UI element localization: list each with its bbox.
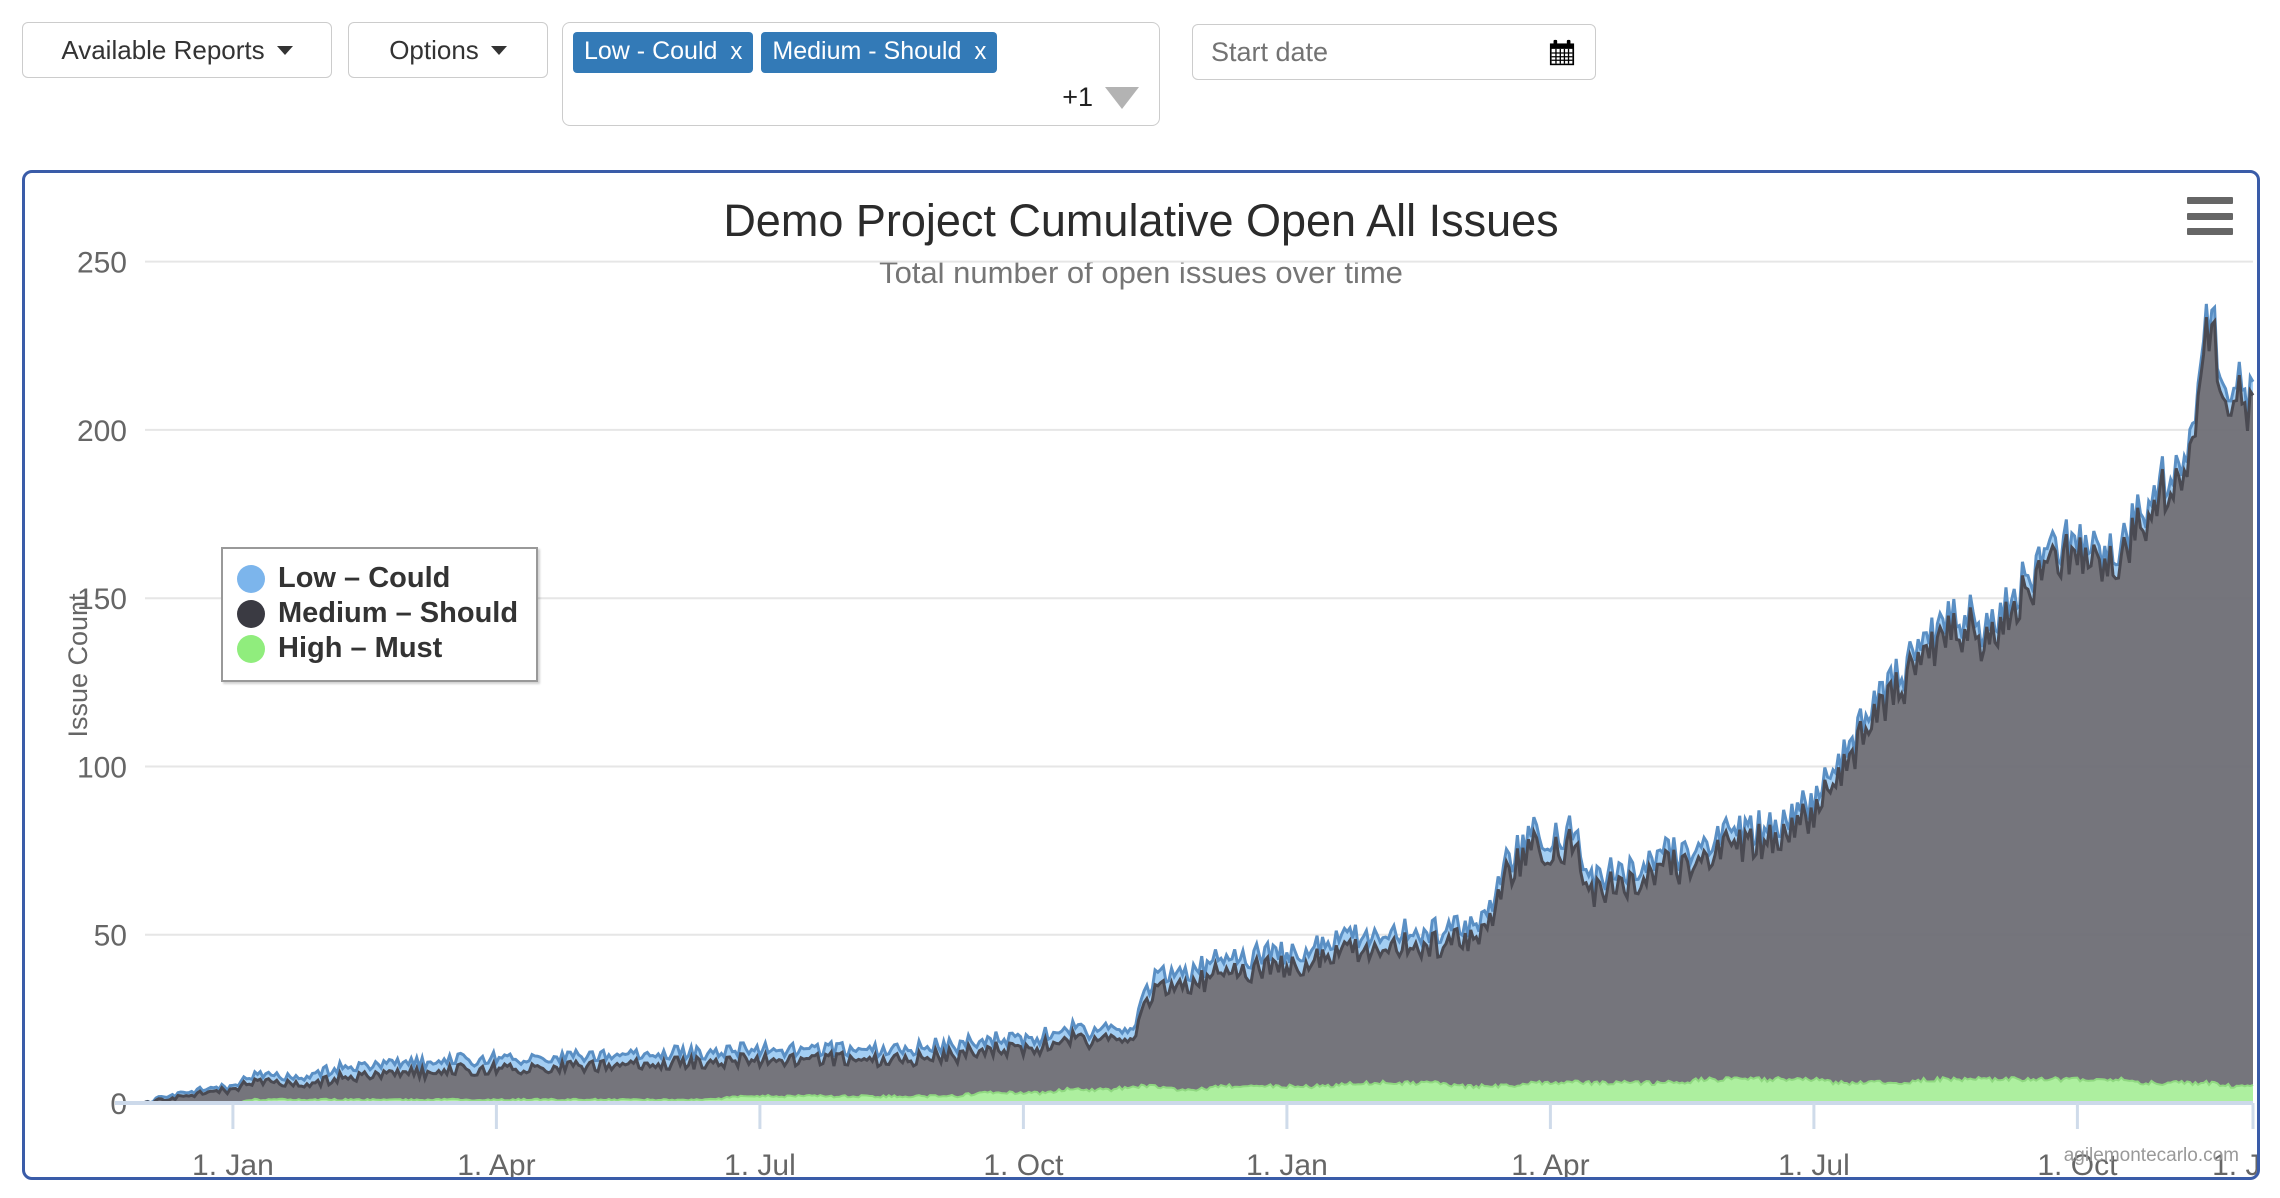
- legend-color-swatch: [237, 599, 265, 628]
- calendar-icon[interactable]: [1547, 38, 1577, 67]
- legend-item-high-must[interactable]: High – Must: [237, 631, 518, 666]
- legend-color-swatch: [237, 634, 265, 663]
- y-axis-tick: 100: [77, 751, 127, 784]
- start-date-field[interactable]: Start date: [1192, 24, 1596, 80]
- remove-tag-icon[interactable]: x: [730, 38, 742, 66]
- chart-credit[interactable]: agilemontecarlo.com: [2064, 1145, 2239, 1167]
- chart-legend: Low – Could Medium – Should High – Must: [221, 547, 539, 682]
- start-date-placeholder: Start date: [1211, 36, 1329, 67]
- caret-down-icon: [276, 45, 293, 55]
- x-axis-tick: 1. Oct: [983, 1149, 1064, 1177]
- legend-label: High – Must: [278, 632, 443, 664]
- y-axis-title: Issue Count: [63, 593, 93, 738]
- available-reports-label: Available Reports: [61, 34, 265, 65]
- triangle-down-icon[interactable]: [1105, 86, 1139, 109]
- legend-color-swatch: [237, 564, 265, 593]
- filter-tag[interactable]: Medium - Should x: [761, 32, 998, 73]
- filter-tag[interactable]: Low - Could x: [573, 32, 754, 73]
- legend-item-low-could[interactable]: Low – Could: [237, 561, 518, 596]
- toolbar: Available Reports Options Low - Could x …: [0, 0, 2280, 160]
- y-axis-tick: 200: [77, 415, 127, 448]
- more-tags-count: +1: [1062, 82, 1093, 112]
- caret-down-icon: [490, 45, 507, 55]
- filter-tag-box[interactable]: Low - Could x Medium - Should x +1: [562, 22, 1160, 126]
- x-axis-tick: 1. Apr: [1511, 1149, 1589, 1177]
- x-axis-tick: 1. Jul: [724, 1149, 796, 1177]
- x-axis-tick: 1. Jul: [1778, 1149, 1850, 1177]
- options-button[interactable]: Options: [348, 22, 548, 78]
- legend-item-medium-should[interactable]: Medium – Should: [237, 596, 518, 631]
- remove-tag-icon[interactable]: x: [974, 38, 986, 66]
- chart-panel: Demo Project Cumulative Open All Issues …: [22, 170, 2260, 1180]
- more-tags-toggle[interactable]: +1: [573, 82, 1149, 113]
- x-axis-tick: 1. Apr: [457, 1149, 535, 1177]
- x-axis-tick: 1. Jan: [1246, 1149, 1328, 1177]
- y-axis-tick: 250: [77, 247, 127, 280]
- legend-label: Low – Could: [278, 562, 451, 594]
- y-axis-tick: 50: [94, 920, 127, 953]
- app-root: Available Reports Options Low - Could x …: [0, 0, 2280, 1198]
- filter-tag-label: Medium - Should: [772, 37, 962, 65]
- available-reports-button[interactable]: Available Reports: [22, 22, 332, 78]
- filter-tag-label: Low - Could: [584, 37, 718, 65]
- legend-label: Medium – Should: [278, 597, 519, 629]
- x-axis-tick: 1. Jan: [192, 1149, 274, 1177]
- tag-list: Low - Could x Medium - Should x: [573, 32, 1149, 73]
- options-label: Options: [389, 34, 479, 65]
